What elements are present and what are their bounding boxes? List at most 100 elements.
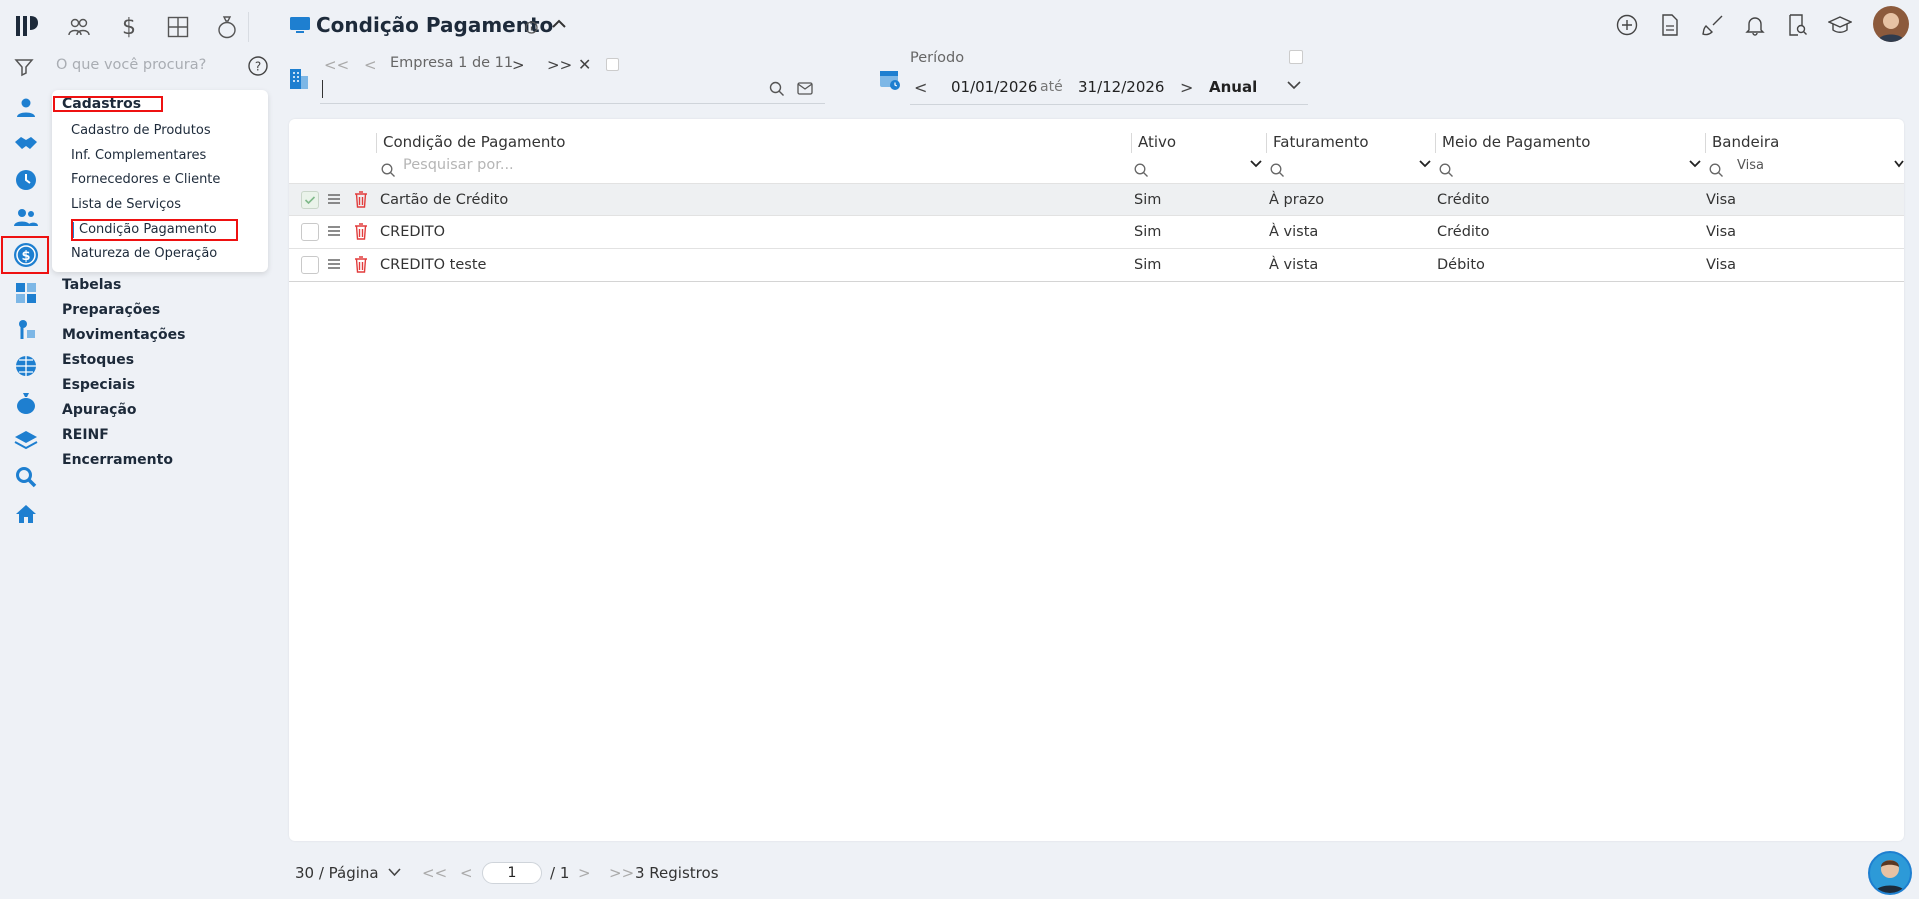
table-row[interactable]: CREDITO teste Sim À vista Débito Visa xyxy=(289,249,1904,282)
document-icon[interactable] xyxy=(1660,14,1680,36)
col-header-condicao[interactable]: Condição de Pagamento xyxy=(376,133,565,153)
globe-icon[interactable] xyxy=(8,351,44,381)
row-checkbox[interactable] xyxy=(301,191,319,209)
table-row[interactable]: CREDITO Sim À vista Crédito Visa xyxy=(289,216,1904,249)
drag-handle-icon[interactable] xyxy=(327,258,341,270)
home-icon[interactable] xyxy=(8,499,44,529)
avatar[interactable] xyxy=(1873,6,1909,42)
highlight-cadastros xyxy=(53,96,163,112)
menu-item-inf-complementares[interactable]: Inf. Complementares xyxy=(71,148,206,163)
period-label: Período xyxy=(910,50,965,66)
handshake-icon[interactable] xyxy=(8,128,44,158)
menu-group-encerramento[interactable]: Encerramento xyxy=(62,452,173,468)
users-icon[interactable] xyxy=(8,202,44,232)
app-logo[interactable] xyxy=(14,13,40,39)
col-header-bandeira[interactable]: Bandeira xyxy=(1705,133,1779,153)
money-bag-icon[interactable] xyxy=(8,388,44,418)
info-icon[interactable] xyxy=(525,21,538,34)
menu-item-cadastro-produtos[interactable]: Cadastro de Produtos xyxy=(71,123,211,138)
row-checkbox[interactable] xyxy=(301,223,319,241)
svg-text:$: $ xyxy=(122,15,136,39)
close-icon[interactable]: ✕ xyxy=(578,55,591,74)
menu-group-reinf[interactable]: REINF xyxy=(62,427,109,443)
menu-item-natureza-operacao[interactable]: Natureza de Operação xyxy=(71,246,217,261)
menu-group-apuracao[interactable]: Apuração xyxy=(62,402,137,418)
chevron-down-icon[interactable] xyxy=(1689,160,1701,182)
filter-icon[interactable] xyxy=(14,57,34,77)
cell-meio: Crédito xyxy=(1437,224,1490,240)
clock-icon[interactable] xyxy=(8,165,44,195)
last-page-icon[interactable]: >> xyxy=(547,56,572,74)
period-mode[interactable]: Anual xyxy=(1209,78,1257,96)
dollar-icon[interactable]: $ xyxy=(114,12,144,42)
calculator-icon[interactable] xyxy=(8,278,44,308)
page-size-select[interactable]: 30 / Página xyxy=(295,864,379,882)
prev-period-icon[interactable]: < xyxy=(914,78,927,97)
trash-icon[interactable] xyxy=(354,191,368,208)
broom-icon[interactable] xyxy=(1702,14,1724,36)
menu-group-preparacoes[interactable]: Preparações xyxy=(62,302,160,318)
help-icon[interactable]: ? xyxy=(248,56,268,76)
period-from[interactable]: 01/01/2026 xyxy=(951,78,1037,96)
group-icon[interactable] xyxy=(64,12,94,42)
table-row[interactable]: Cartão de Crédito Sim À prazo Crédito Vi… xyxy=(289,183,1904,216)
search-icon[interactable] xyxy=(8,462,44,492)
cell-bandeira: Visa xyxy=(1706,224,1737,240)
col-header-ativo[interactable]: Ativo xyxy=(1131,133,1176,153)
chevron-down-icon[interactable] xyxy=(1250,160,1262,182)
next-period-icon[interactable]: > xyxy=(1180,78,1193,97)
next-page-icon[interactable]: > xyxy=(578,864,591,882)
pen-icon[interactable] xyxy=(8,314,44,344)
calculator-outline-icon[interactable] xyxy=(163,12,193,42)
page-input[interactable]: 1 xyxy=(482,862,542,884)
graduation-cap-icon[interactable] xyxy=(1828,15,1852,35)
cell-condicao: CREDITO xyxy=(380,224,446,240)
chevron-down-icon[interactable] xyxy=(1287,80,1301,90)
trash-icon[interactable] xyxy=(354,256,368,273)
company-input[interactable] xyxy=(320,76,825,104)
drag-handle-icon[interactable] xyxy=(327,225,341,237)
company-search-icon[interactable] xyxy=(769,81,785,97)
prev-company-icon[interactable]: < xyxy=(364,56,377,74)
cell-ativo: Sim xyxy=(1134,192,1162,208)
report-search-icon[interactable] xyxy=(1787,14,1807,36)
chevron-down-icon[interactable] xyxy=(1419,160,1431,182)
bandeira-filter[interactable]: Visa xyxy=(1737,158,1764,173)
period-to[interactable]: 31/12/2026 xyxy=(1078,78,1164,96)
company-checkbox[interactable] xyxy=(606,58,619,71)
menu-group-especiais[interactable]: Especiais xyxy=(62,377,135,393)
add-circle-icon[interactable] xyxy=(1616,14,1638,36)
assistant-avatar[interactable] xyxy=(1868,851,1912,895)
cell-condicao: Cartão de Crédito xyxy=(380,192,509,208)
menu-group-tabelas[interactable]: Tabelas xyxy=(62,277,121,293)
last-page-icon[interactable]: >> xyxy=(609,864,634,882)
record-count: 3 Registros xyxy=(635,864,719,882)
first-page-icon[interactable]: << xyxy=(324,56,349,74)
chevron-up-icon[interactable] xyxy=(551,18,567,30)
money-bag-outline-icon[interactable] xyxy=(212,12,242,42)
trash-icon[interactable] xyxy=(354,223,368,240)
menu-group-estoques[interactable]: Estoques xyxy=(62,352,134,368)
chevron-down-icon[interactable] xyxy=(388,868,401,877)
period-checkbox[interactable] xyxy=(1289,50,1303,64)
next-company-icon[interactable]: > xyxy=(512,56,525,74)
cell-bandeira: Visa xyxy=(1706,192,1737,208)
grid-search-input[interactable]: Pesquisar por... xyxy=(403,157,1103,173)
col-header-faturamento[interactable]: Faturamento xyxy=(1266,133,1369,153)
mail-icon[interactable] xyxy=(797,81,813,96)
row-checkbox[interactable] xyxy=(301,256,319,274)
page-title: Condição Pagamento xyxy=(316,13,554,37)
drag-handle-icon[interactable] xyxy=(327,193,341,205)
menu-item-lista-servicos[interactable]: Lista de Serviços xyxy=(71,197,181,212)
col-header-meio[interactable]: Meio de Pagamento xyxy=(1435,133,1590,153)
calendar-icon xyxy=(879,68,901,90)
prev-page-icon[interactable]: < xyxy=(460,864,473,882)
menu-item-fornecedores-cliente[interactable]: Fornecedores e Cliente xyxy=(71,172,220,187)
menu-search-input[interactable]: O que você procura? xyxy=(56,57,206,73)
user-icon[interactable] xyxy=(8,92,44,122)
menu-group-movimentacoes[interactable]: Movimentações xyxy=(62,327,185,343)
bell-icon[interactable] xyxy=(1745,14,1765,36)
first-page-icon[interactable]: << xyxy=(422,864,447,882)
chevron-down-icon[interactable] xyxy=(1894,160,1904,182)
layers-icon[interactable] xyxy=(8,425,44,455)
